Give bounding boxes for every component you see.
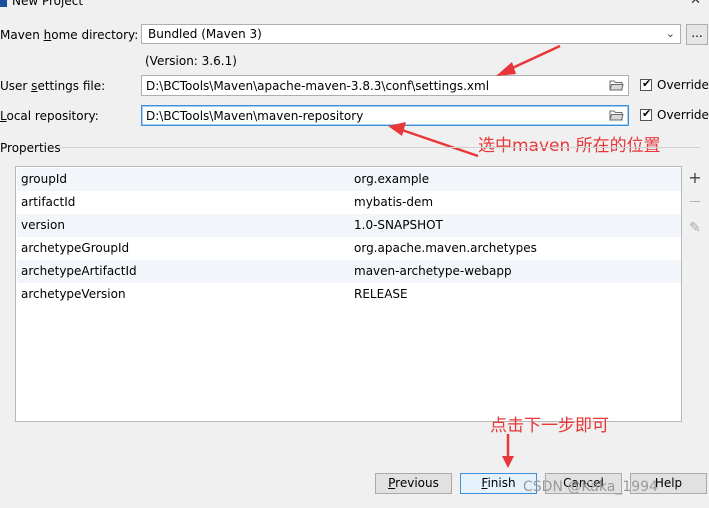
close-icon[interactable]: ✕ <box>690 0 701 8</box>
check-icon: ✔ <box>642 77 652 90</box>
user-settings-override-checkbox[interactable]: ✔ <box>640 77 652 91</box>
property-value[interactable]: org.example <box>354 172 429 186</box>
property-key: archetypeVersion <box>21 287 126 301</box>
folder-icon[interactable] <box>609 109 624 121</box>
maven-home-label: Maven home directory: <box>0 28 139 42</box>
remove-property-button[interactable]: — <box>685 194 705 214</box>
annotation-arrow-down <box>502 434 514 468</box>
arrow-line-repo <box>401 128 479 158</box>
arrow-head-settings <box>496 62 516 76</box>
arrow-line-settings <box>507 44 561 72</box>
title-bar: New Project ✕ <box>0 0 709 10</box>
previous-button[interactable]: Previous <box>375 473 452 494</box>
local-repo-override-label: Override <box>657 108 709 122</box>
table-row[interactable]: groupId org.example <box>17 168 681 191</box>
maven-version-text: (Version: 3.6.1) <box>145 54 237 68</box>
check-icon: ✔ <box>642 107 652 120</box>
window-title: New Project <box>12 0 84 8</box>
property-value[interactable]: maven-archetype-webapp <box>354 264 512 278</box>
local-repo-label: Local repository: <box>0 109 99 123</box>
property-key: artifactId <box>21 195 76 209</box>
maven-home-value: Bundled (Maven 3) <box>148 27 262 41</box>
table-row[interactable]: archetypeArtifactId maven-archetype-weba… <box>17 260 681 283</box>
property-value[interactable]: 1.0-SNAPSHOT <box>354 218 443 232</box>
property-key: version <box>21 218 65 232</box>
property-value[interactable]: org.apache.maven.archetypes <box>354 241 537 255</box>
property-value[interactable]: RELEASE <box>354 287 408 301</box>
arrow-head-finish <box>502 456 514 468</box>
property-value[interactable]: mybatis-dem <box>354 195 433 209</box>
edit-property-button[interactable]: ✎ <box>685 220 705 240</box>
user-settings-override-label: Override <box>657 78 709 92</box>
properties-section-label: Properties <box>0 141 61 155</box>
property-key: archetypeGroupId <box>21 241 130 255</box>
arrow-head-repo <box>388 122 406 136</box>
local-repo-override-checkbox[interactable]: ✔ <box>640 107 652 121</box>
annotation-click-next: 点击下一步即可 <box>490 416 609 436</box>
user-settings-label: User settings file: <box>0 79 106 93</box>
table-row[interactable]: archetypeGroupId org.apache.maven.archet… <box>17 237 681 260</box>
app-icon <box>0 0 7 7</box>
chevron-down-icon[interactable]: ⌄ <box>666 27 675 40</box>
property-key: archetypeArtifactId <box>21 264 137 278</box>
table-row[interactable]: version 1.0-SNAPSHOT <box>17 214 681 237</box>
annotation-select-location: 选中maven 所在的位置 <box>478 136 661 156</box>
add-property-button[interactable]: + <box>685 168 705 188</box>
properties-table: groupId org.example artifactId mybatis-d… <box>15 166 682 422</box>
folder-icon[interactable] <box>609 79 624 91</box>
table-row[interactable]: artifactId mybatis-dem <box>17 191 681 214</box>
watermark: CSDN @Kaka_1994 <box>523 479 658 495</box>
section-divider <box>60 147 700 148</box>
property-key: groupId <box>21 172 68 186</box>
table-row[interactable]: archetypeVersion RELEASE <box>17 283 681 306</box>
browse-maven-home-button[interactable]: ... <box>686 24 708 45</box>
